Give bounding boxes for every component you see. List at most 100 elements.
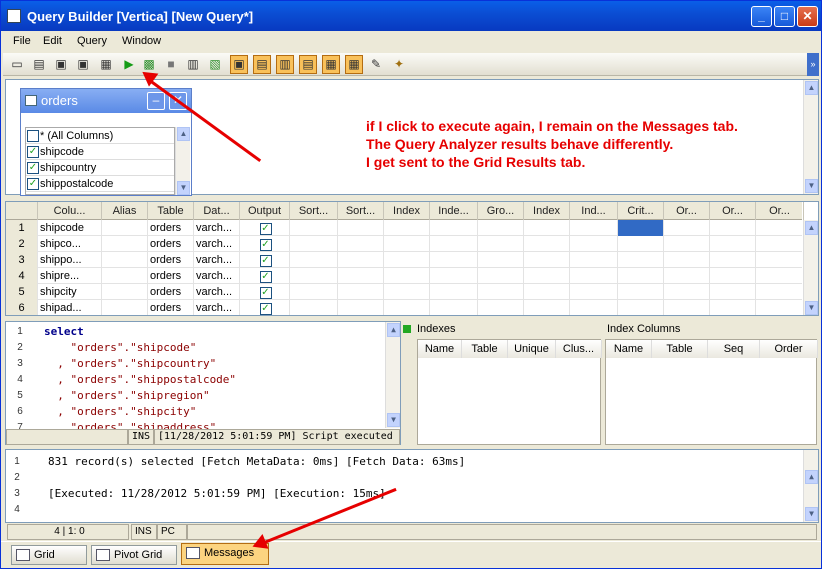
menu-edit[interactable]: Edit xyxy=(43,35,62,47)
grid-cell[interactable] xyxy=(524,252,570,268)
output-checkbox[interactable]: ✓ xyxy=(240,268,290,284)
output-checkbox[interactable]: ✓ xyxy=(240,220,290,236)
save-as-icon[interactable]: ▣ xyxy=(75,56,91,72)
query-designer[interactable]: orders – ✕ * (All Columns) ✓shipcode ✓sh… xyxy=(5,79,819,196)
grid-col-header[interactable]: Inde... xyxy=(430,202,478,220)
row-number[interactable]: 4 xyxy=(6,268,38,284)
index-columns-table[interactable]: Name Table Seq Order xyxy=(605,339,818,445)
grid-cell[interactable] xyxy=(478,284,524,300)
col-header[interactable]: Name xyxy=(606,340,652,358)
grid-cell[interactable] xyxy=(524,300,570,315)
grid-cell[interactable]: varch... xyxy=(194,268,240,284)
row-number[interactable]: 2 xyxy=(6,236,38,252)
grid-cell[interactable]: orders xyxy=(148,252,194,268)
grid-cell[interactable] xyxy=(524,236,570,252)
grid-cell[interactable] xyxy=(338,300,384,315)
output-checkbox[interactable]: ✓ xyxy=(240,300,290,315)
grid-cell[interactable] xyxy=(710,252,756,268)
grid-cell[interactable]: shipco... xyxy=(38,236,102,252)
grid-row[interactable]: 4 shipre... orders varch... ✓ xyxy=(6,268,804,284)
checkbox[interactable]: ✓ xyxy=(259,255,272,267)
scroll-down-icon[interactable]: ▼ xyxy=(805,179,818,193)
checkbox[interactable]: ✓ xyxy=(27,146,39,158)
tab-pivot-grid[interactable]: Pivot Grid xyxy=(91,545,177,565)
scroll-down-icon[interactable]: ▼ xyxy=(387,413,400,427)
grid-col-header[interactable]: Output xyxy=(240,202,290,220)
grid-cell[interactable] xyxy=(756,300,804,315)
grid-cell[interactable] xyxy=(570,236,618,252)
grid-row[interactable]: 2 shipco... orders varch... ✓ xyxy=(6,236,804,252)
grid-col-header[interactable]: Table xyxy=(148,202,194,220)
grid-cell[interactable] xyxy=(756,268,804,284)
column-list-scrollbar[interactable]: ▲ ▼ xyxy=(175,127,190,195)
grid-cell[interactable] xyxy=(710,268,756,284)
col-header[interactable]: Clus... xyxy=(556,340,602,358)
layout5-icon[interactable]: ▦ xyxy=(322,55,340,74)
messages-scrollbar[interactable]: ▲ ▼ xyxy=(803,450,818,522)
table-minimize-button[interactable]: – xyxy=(147,92,165,110)
grid-cell[interactable] xyxy=(664,268,710,284)
grid-cell[interactable]: varch... xyxy=(194,252,240,268)
grid-cell[interactable] xyxy=(430,236,478,252)
grid-cell[interactable] xyxy=(102,300,148,315)
grid-cell[interactable]: orders xyxy=(148,220,194,236)
grid-row[interactable]: 6 shipad... orders varch... ✓ xyxy=(6,300,804,315)
grid-cell[interactable]: shipcity xyxy=(38,284,102,300)
layout4-icon[interactable]: ▤ xyxy=(299,55,317,74)
grid-cell[interactable] xyxy=(710,300,756,315)
messages-panel[interactable]: 1 831 record(s) selected [Fetch MetaData:… xyxy=(5,449,819,523)
menu-query[interactable]: Query xyxy=(77,35,107,47)
grid-cell[interactable] xyxy=(102,220,148,236)
close-button[interactable]: ✕ xyxy=(797,6,818,27)
col-header[interactable]: Order xyxy=(760,340,818,358)
grid-cell[interactable] xyxy=(290,236,338,252)
grid-cell[interactable] xyxy=(102,236,148,252)
grid-cell[interactable] xyxy=(710,284,756,300)
grid-cell[interactable] xyxy=(618,300,664,315)
grid-cell[interactable] xyxy=(384,220,430,236)
query-grid[interactable]: Colu... Alias Table Dat... Output Sort... Sort… xyxy=(5,201,819,316)
grid-cell[interactable] xyxy=(338,220,384,236)
settings-icon[interactable]: ✦ xyxy=(391,56,407,72)
menu-file[interactable]: File xyxy=(13,35,31,47)
column-item[interactable]: ✓ shipcode xyxy=(26,144,174,160)
grid-cell[interactable] xyxy=(290,284,338,300)
grid-cell[interactable]: shipad... xyxy=(38,300,102,315)
scroll-up-icon[interactable]: ▲ xyxy=(805,81,818,95)
row-number[interactable]: 5 xyxy=(6,284,38,300)
format-icon[interactable]: ✎ xyxy=(368,56,384,72)
grid-cell[interactable]: varch... xyxy=(194,220,240,236)
row-number[interactable]: 1 xyxy=(6,220,38,236)
grid-col-header[interactable]: Index xyxy=(384,202,430,220)
print-icon[interactable]: ▦ xyxy=(98,56,114,72)
column-item[interactable]: * (All Columns) xyxy=(26,128,174,144)
new-icon[interactable]: ▭ xyxy=(9,56,25,72)
col-header[interactable]: Seq xyxy=(708,340,760,358)
grid-row[interactable]: 3 shippo... orders varch... ✓ xyxy=(6,252,804,268)
grid-cell[interactable]: varch... xyxy=(194,300,240,315)
grid-cell[interactable] xyxy=(430,284,478,300)
table-window-orders[interactable]: orders – ✕ * (All Columns) ✓shipcode ✓sh… xyxy=(20,88,192,196)
editor-scrollbar[interactable]: ▲ ▼ xyxy=(385,322,400,428)
grid-cell[interactable]: varch... xyxy=(194,284,240,300)
tab-grid[interactable]: Grid xyxy=(11,545,87,565)
grid-cell[interactable] xyxy=(570,220,618,236)
grid-cell[interactable]: orders xyxy=(148,300,194,315)
scroll-up-icon[interactable]: ▲ xyxy=(805,221,818,235)
grid-col-header[interactable]: Gro... xyxy=(478,202,524,220)
checkbox[interactable]: ✓ xyxy=(259,287,272,299)
sql-editor[interactable]: 1 select 2 "orders"."shipcode" 3 , "orders"… xyxy=(5,321,401,445)
grid-scrollbar[interactable]: ▲ ▼ xyxy=(803,220,818,315)
grid-cell[interactable] xyxy=(664,236,710,252)
row-number[interactable]: 6 xyxy=(6,300,38,315)
checkbox[interactable] xyxy=(27,130,39,142)
scroll-up-icon[interactable]: ▲ xyxy=(387,323,400,337)
grid-cell[interactable] xyxy=(384,300,430,315)
checkbox[interactable]: ✓ xyxy=(259,223,272,235)
grid-cell[interactable] xyxy=(102,284,148,300)
stop-icon[interactable]: ■ xyxy=(163,56,179,72)
grid-cell[interactable] xyxy=(478,300,524,315)
checkbox[interactable]: ✓ xyxy=(259,239,272,251)
grid-cell[interactable] xyxy=(756,252,804,268)
grid-col-header[interactable]: Sort... xyxy=(338,202,384,220)
